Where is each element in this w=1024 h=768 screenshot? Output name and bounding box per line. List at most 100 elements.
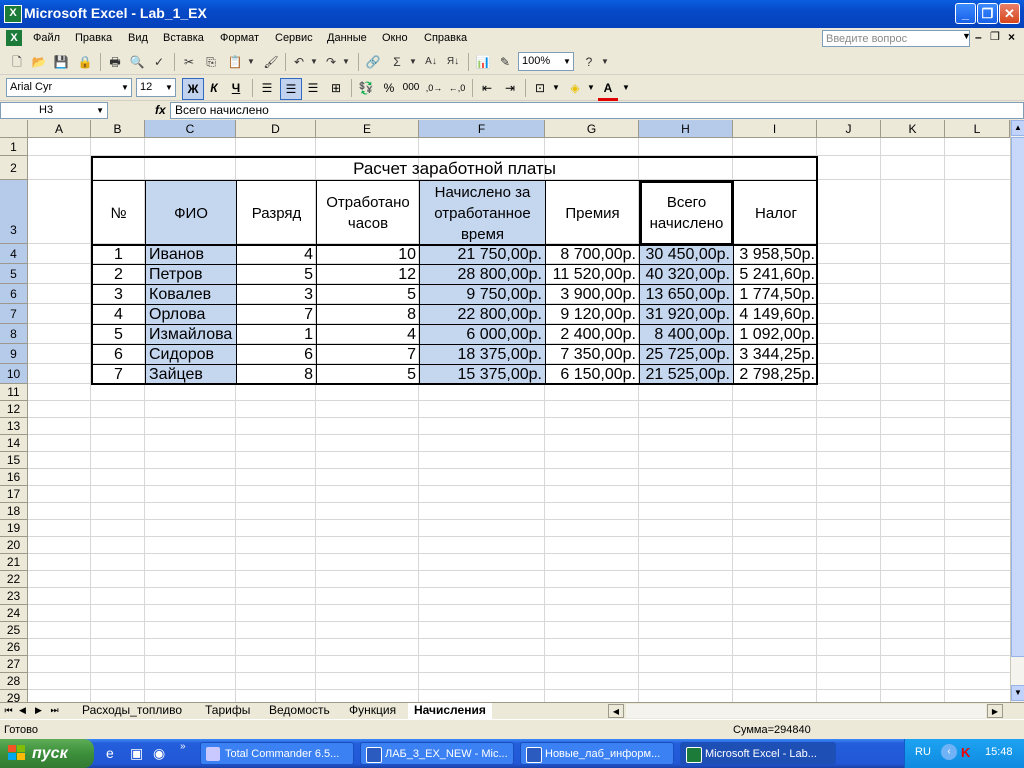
merge-center-icon[interactable]: ⊞ [326,78,346,98]
scroll-thumb[interactable] [1011,137,1024,657]
row-header-3[interactable]: 3 [0,180,28,244]
column-header-e[interactable]: E [316,120,419,138]
menu-format[interactable]: Формат [220,32,259,44]
row-header-23[interactable]: 23 [0,588,28,605]
cell-tax-row-4[interactable]: 3 958,50р. [734,245,818,265]
doc-minimize-icon[interactable]: – [975,30,982,44]
size-dropdown-icon[interactable]: ▼ [163,79,175,96]
cell-n-row-9[interactable]: 6 [91,345,146,365]
task-excel[interactable]: Microsoft Excel - Lab... [680,742,836,765]
table-title[interactable]: Расчет заработной платы [93,158,816,180]
cell-name-row-6[interactable]: Ковалев [146,285,236,305]
increase-decimal-icon[interactable]: ,0→ [424,78,444,98]
print-preview-icon[interactable]: 🔍 [128,53,146,71]
column-header-c[interactable]: C [145,120,236,138]
cell-grade-row-10[interactable]: 8 [237,365,316,385]
currency-icon[interactable]: 💱 [356,78,376,98]
last-sheet-icon[interactable]: ⏭ [49,705,60,716]
decrease-indent-icon[interactable]: ⇤ [477,78,497,98]
cell-name-row-7[interactable]: Орлова [146,305,236,325]
cell-tax-row-7[interactable]: 4 149,60р. [734,305,818,325]
cell-bonus-row-8[interactable]: 2 400,00р. [546,325,639,345]
redo-dropdown-icon[interactable]: ▼ [337,53,355,71]
cell-total-row-4[interactable]: 30 450,00р. [640,245,733,265]
cell-total-row-10[interactable]: 21 525,00р. [640,365,733,385]
tab-statement[interactable]: Ведомость [263,703,336,719]
row-header-8[interactable]: 8 [0,324,28,344]
cell-grade-row-5[interactable]: 5 [237,265,316,285]
scroll-down-icon[interactable]: ▼ [1011,685,1024,701]
cell-grade-row-9[interactable]: 6 [237,345,316,365]
row-header-9[interactable]: 9 [0,344,28,364]
cell-grade-row-7[interactable]: 7 [237,305,316,325]
header-fio[interactable]: ФИО [146,181,236,245]
language-indicator[interactable]: RU [915,746,931,758]
hscroll-left-icon[interactable]: ◀ [608,704,624,718]
open-icon[interactable]: 📂 [30,53,48,71]
cell-accrued-row-4[interactable]: 21 750,00р. [420,245,545,265]
cell-hours-row-5[interactable]: 12 [317,265,419,285]
cell-tax-row-9[interactable]: 3 344,25р. [734,345,818,365]
row-header-26[interactable]: 26 [0,639,28,656]
cell-tax-row-10[interactable]: 2 798,25р. [734,365,818,385]
row-header-29[interactable]: 29 [0,690,28,702]
minimize-button[interactable]: _ [955,3,976,24]
formula-input[interactable]: Всего начислено [170,102,1024,119]
cell-bonus-row-4[interactable]: 8 700,00р. [546,245,639,265]
increase-indent-icon[interactable]: ⇥ [500,78,520,98]
borders-dropdown-icon[interactable]: ▼ [546,78,566,98]
zoom-select[interactable]: 100% ▼ [518,52,574,71]
column-header-g[interactable]: G [545,120,639,138]
row-header-11[interactable]: 11 [0,384,28,401]
zoom-dropdown-icon[interactable]: ▼ [561,53,573,70]
cell-bonus-row-10[interactable]: 6 150,00р. [546,365,639,385]
antivirus-icon[interactable]: K [961,745,970,760]
cell-hours-row-10[interactable]: 5 [317,365,419,385]
cell-accrued-row-9[interactable]: 18 375,00р. [420,345,545,365]
row-header-24[interactable]: 24 [0,605,28,622]
cell-n-row-5[interactable]: 2 [91,265,146,285]
cell-name-row-8[interactable]: Измайлова [146,325,236,345]
menu-view[interactable]: Вид [128,32,148,44]
scroll-up-icon[interactable]: ▲ [1011,120,1024,136]
cell-accrued-row-6[interactable]: 9 750,00р. [420,285,545,305]
row-header-22[interactable]: 22 [0,571,28,588]
row-header-2[interactable]: 2 [0,156,28,180]
font-size-select[interactable]: 12 ▼ [136,78,176,97]
menu-window[interactable]: Окно [382,32,408,44]
paste-dropdown-icon[interactable]: ▼ [242,53,260,71]
row-header-5[interactable]: 5 [0,264,28,284]
align-right-icon[interactable]: ☰ [303,78,323,98]
horizontal-scrollbar[interactable] [626,704,986,718]
font-color-icon[interactable]: A [598,78,618,101]
spelling-icon[interactable]: ✓ [150,53,168,71]
help-dropdown-icon[interactable]: ▼ [596,53,614,71]
row-header-14[interactable]: 14 [0,435,28,452]
menu-insert[interactable]: Вставка [163,32,204,44]
media-icon[interactable]: ◉ [153,745,165,762]
row-header-16[interactable]: 16 [0,469,28,486]
row-header-25[interactable]: 25 [0,622,28,639]
cell-grade-row-8[interactable]: 1 [237,325,316,345]
tab-fuel-costs[interactable]: Расходы_топливо [76,703,188,719]
column-header-j[interactable]: J [817,120,881,138]
start-button[interactable]: пуск [0,739,94,768]
chart-wizard-icon[interactable]: 📊 [474,53,492,71]
menu-tools[interactable]: Сервис [275,32,313,44]
print-icon[interactable]: 🖶 [106,53,124,71]
header-num[interactable]: № [91,181,146,245]
ask-question-input[interactable]: Введите вопрос [822,30,970,47]
font-select[interactable]: Arial Cyr ▼ [6,78,132,97]
column-header-i[interactable]: I [733,120,817,138]
undo-dropdown-icon[interactable]: ▼ [305,53,323,71]
column-header-f[interactable]: F [419,120,545,138]
font-color-dropdown-icon[interactable]: ▼ [616,78,636,98]
row-header-12[interactable]: 12 [0,401,28,418]
cell-hours-row-6[interactable]: 5 [317,285,419,305]
name-box[interactable]: H3 ▼ [0,102,108,119]
cell-n-row-7[interactable]: 4 [91,305,146,325]
decrease-decimal-icon[interactable]: ←,0 [447,78,467,98]
task-total-commander[interactable]: Total Commander 6.5... [200,742,354,765]
row-header-7[interactable]: 7 [0,304,28,324]
column-header-l[interactable]: L [945,120,1010,138]
